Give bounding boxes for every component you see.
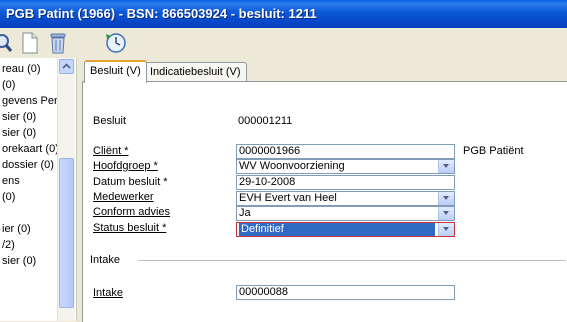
chevron-down-icon[interactable] bbox=[438, 160, 454, 173]
tree-scrollbar[interactable] bbox=[57, 58, 75, 321]
navigation-tree[interactable]: reau (0) (0) gevens Pers sier (0) sier (… bbox=[0, 58, 77, 321]
medewerker-dropdown[interactable]: EVH Evert van Heel bbox=[236, 191, 455, 206]
client-label[interactable]: Cliënt * bbox=[93, 145, 128, 157]
conform-value: Ja bbox=[239, 207, 251, 219]
tree-item[interactable]: sier (0) bbox=[2, 255, 36, 267]
client-value: 0000001966 bbox=[239, 145, 301, 157]
tab-indicatiebesluit[interactable]: Indicatiebesluit (V) bbox=[144, 62, 247, 81]
title-bar: PGB Patint (1966) - BSN: 866503924 - bes… bbox=[0, 0, 567, 28]
tree-item[interactable]: (0) bbox=[2, 191, 15, 203]
besluit-panel: Besluit 000001211 Cliënt * 0000001966 PG… bbox=[82, 81, 567, 322]
tree-item[interactable]: sier (0) bbox=[2, 111, 36, 123]
tree-item[interactable]: dossier (0) bbox=[2, 159, 54, 171]
client-field[interactable]: 0000001966 bbox=[236, 144, 455, 159]
medewerker-label[interactable]: Medewerker bbox=[93, 191, 154, 203]
document-icon[interactable] bbox=[18, 31, 42, 55]
intake-section-title: Intake bbox=[90, 254, 120, 266]
chevron-down-icon[interactable] bbox=[438, 223, 454, 236]
besluit-label: Besluit bbox=[93, 115, 127, 127]
refresh-clock-icon[interactable] bbox=[104, 31, 128, 55]
status-dropdown[interactable]: Definitief bbox=[236, 222, 455, 237]
window-title: PGB Patint (1966) - BSN: 866503924 - bes… bbox=[6, 6, 317, 21]
datum-value: 29-10-2008 bbox=[239, 176, 296, 188]
tree-item[interactable]: sier (0) bbox=[2, 127, 36, 139]
tree-item[interactable]: ier (0) bbox=[2, 223, 31, 235]
chevron-down-icon[interactable] bbox=[438, 192, 454, 205]
hoofdgroep-value: WV Woonvoorziening bbox=[239, 160, 345, 172]
conform-label[interactable]: Conform advies bbox=[93, 206, 170, 218]
besluit-value: 000001211 bbox=[238, 115, 293, 127]
scroll-thumb[interactable] bbox=[59, 158, 74, 308]
datum-field[interactable]: 29-10-2008 bbox=[236, 175, 455, 190]
trash-icon[interactable] bbox=[46, 31, 70, 55]
tree-item[interactable]: (0) bbox=[2, 79, 15, 91]
hoofdgroep-label[interactable]: Hoofdgroep * bbox=[93, 160, 158, 172]
tree-item[interactable]: /2) bbox=[2, 239, 15, 251]
intake-label[interactable]: Intake bbox=[93, 287, 123, 299]
tree-item[interactable]: gevens Pers bbox=[2, 95, 63, 107]
toolbar bbox=[0, 28, 567, 58]
medewerker-value: EVH Evert van Heel bbox=[239, 192, 337, 204]
status-label[interactable]: Status besluit * bbox=[93, 222, 166, 234]
client-name: PGB Patiënt bbox=[463, 145, 524, 157]
chevron-up-icon bbox=[62, 63, 71, 69]
tab-strip: Besluit (V) Indicatiebesluit (V) bbox=[82, 58, 567, 83]
intake-value: 00000088 bbox=[239, 286, 288, 298]
tree-item[interactable]: reau (0) bbox=[2, 63, 41, 75]
status-value: Definitief bbox=[239, 223, 435, 236]
scroll-up-button[interactable] bbox=[59, 59, 74, 74]
tree-item[interactable]: orekaart (0) bbox=[2, 143, 59, 155]
conform-dropdown[interactable]: Ja bbox=[236, 206, 455, 221]
chevron-down-icon[interactable] bbox=[438, 207, 454, 220]
tab-besluit[interactable]: Besluit (V) bbox=[84, 60, 147, 83]
hoofdgroep-dropdown[interactable]: WV Woonvoorziening bbox=[236, 159, 455, 174]
intake-field[interactable]: 00000088 bbox=[236, 285, 455, 300]
tree-item[interactable]: ens bbox=[2, 175, 20, 187]
datum-label: Datum besluit * bbox=[93, 176, 168, 188]
section-divider bbox=[138, 260, 566, 261]
